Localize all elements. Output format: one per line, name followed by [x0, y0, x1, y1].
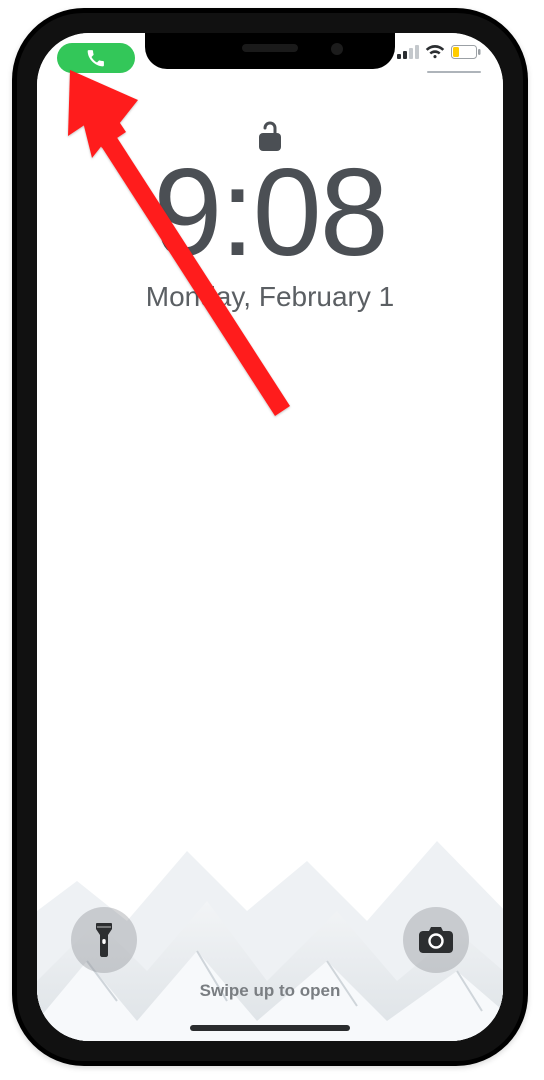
phone-frame: 9:08 Monday, February 1 Swipe up to: [12, 8, 528, 1066]
front-camera-dot: [331, 43, 343, 55]
earpiece: [242, 44, 298, 52]
swipe-up-hint: Swipe up to open: [37, 981, 503, 1001]
active-call-pill[interactable]: [57, 43, 135, 73]
flashlight-button[interactable]: [71, 907, 137, 973]
phone-icon: [86, 48, 106, 68]
clock-time: 9:08: [37, 151, 503, 275]
wifi-icon: [425, 45, 445, 59]
battery-icon: [451, 45, 481, 59]
clock-date: Monday, February 1: [37, 281, 503, 313]
status-underline: [427, 71, 481, 73]
flashlight-icon: [91, 923, 117, 957]
home-indicator[interactable]: [190, 1025, 350, 1031]
cellular-signal-icon: [397, 45, 419, 59]
camera-icon: [419, 927, 453, 953]
status-icons: [397, 45, 481, 59]
notch: [145, 33, 395, 69]
camera-button[interactable]: [403, 907, 469, 973]
screen[interactable]: 9:08 Monday, February 1 Swipe up to: [37, 33, 503, 1041]
phone-bezel: 9:08 Monday, February 1 Swipe up to: [17, 13, 523, 1061]
